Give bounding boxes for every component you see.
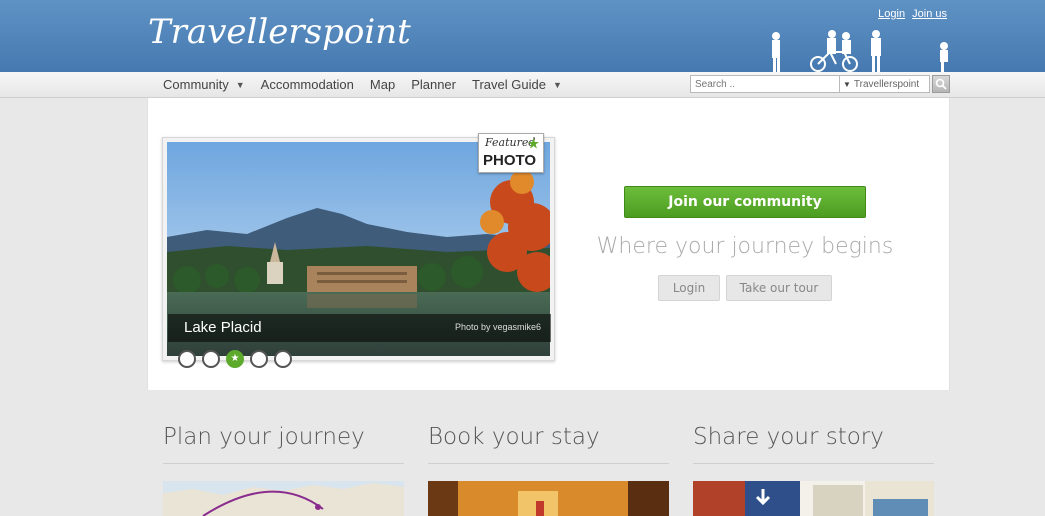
search-scope-label: Travellerspoint xyxy=(853,78,920,90)
plan-journey-heading: Plan your journey xyxy=(163,424,365,450)
caret-down-icon: ▼ xyxy=(235,79,245,90)
hotel-room-thumbnail[interactable] xyxy=(428,481,669,516)
nav-map[interactable]: Map xyxy=(370,77,395,92)
join-link[interactable]: Join us xyxy=(912,8,947,20)
search-input[interactable] xyxy=(690,75,840,93)
login-link[interactable]: Login xyxy=(878,8,905,20)
nav-community-label: Community xyxy=(163,77,229,92)
nav-travel-guide-label: Travel Guide xyxy=(472,77,546,92)
trip-map-thumbnail[interactable] xyxy=(163,481,404,516)
magnifier-icon xyxy=(935,78,947,90)
login-button[interactable]: Login xyxy=(658,275,720,301)
star-icon xyxy=(528,138,539,149)
divider xyxy=(428,463,669,464)
nav-accommodation-label: Accommodation xyxy=(260,77,354,92)
search-button[interactable] xyxy=(932,75,950,93)
join-community-button[interactable]: Join our community xyxy=(624,186,866,218)
nav-travel-guide[interactable]: Travel Guide ▼ xyxy=(472,77,562,92)
carousel-dots: ★ xyxy=(178,350,292,368)
star-icon: ★ xyxy=(230,353,240,364)
travel-book-thumbnail[interactable] xyxy=(693,481,934,516)
carousel-dot-active[interactable]: ★ xyxy=(226,350,244,368)
photo-title[interactable]: Lake Placid xyxy=(184,319,262,336)
photo-credit[interactable]: Photo by vegasmike6 xyxy=(455,322,541,332)
carousel-dot[interactable] xyxy=(202,350,220,368)
account-links: Login Join us xyxy=(874,8,947,20)
featured-badge-label: PHOTO xyxy=(483,152,537,169)
book-stay-heading: Book your stay xyxy=(428,424,600,450)
carousel-dot[interactable] xyxy=(250,350,268,368)
search-bar: ▼ Travellerspoint xyxy=(690,75,950,93)
divider xyxy=(693,463,934,464)
carousel-dot[interactable] xyxy=(178,350,196,368)
hero-tagline: Where your journey begins xyxy=(596,234,894,259)
search-scope-select[interactable]: ▼ Travellerspoint xyxy=(840,75,930,93)
carousel-dot[interactable] xyxy=(274,350,292,368)
main-nav: Community ▼ Accommodation Map Planner Tr… xyxy=(163,77,578,92)
nav-map-label: Map xyxy=(369,77,396,92)
nav-planner-label: Planner xyxy=(411,77,456,92)
share-story-heading: Share your story xyxy=(693,424,884,450)
featured-photo-badge: Featured PHOTO xyxy=(478,133,544,173)
site-logo[interactable]: Travellerspoint xyxy=(148,12,411,52)
caret-down-icon: ▼ xyxy=(843,79,851,89)
nav-accommodation[interactable]: Accommodation xyxy=(261,77,354,92)
nav-planner[interactable]: Planner xyxy=(411,77,456,92)
take-tour-button[interactable]: Take our tour xyxy=(726,275,832,301)
photo-caption-bar: Lake Placid Photo by vegasmike6 xyxy=(168,314,551,342)
divider xyxy=(163,463,404,464)
caret-down-icon: ▼ xyxy=(552,79,562,90)
nav-community[interactable]: Community ▼ xyxy=(163,77,245,92)
main-nav-bar: Community ▼ Accommodation Map Planner Tr… xyxy=(0,72,1045,98)
traveller-silhouettes-icon xyxy=(772,30,948,72)
site-header: Travellerspoint Login Join us xyxy=(0,0,1045,72)
